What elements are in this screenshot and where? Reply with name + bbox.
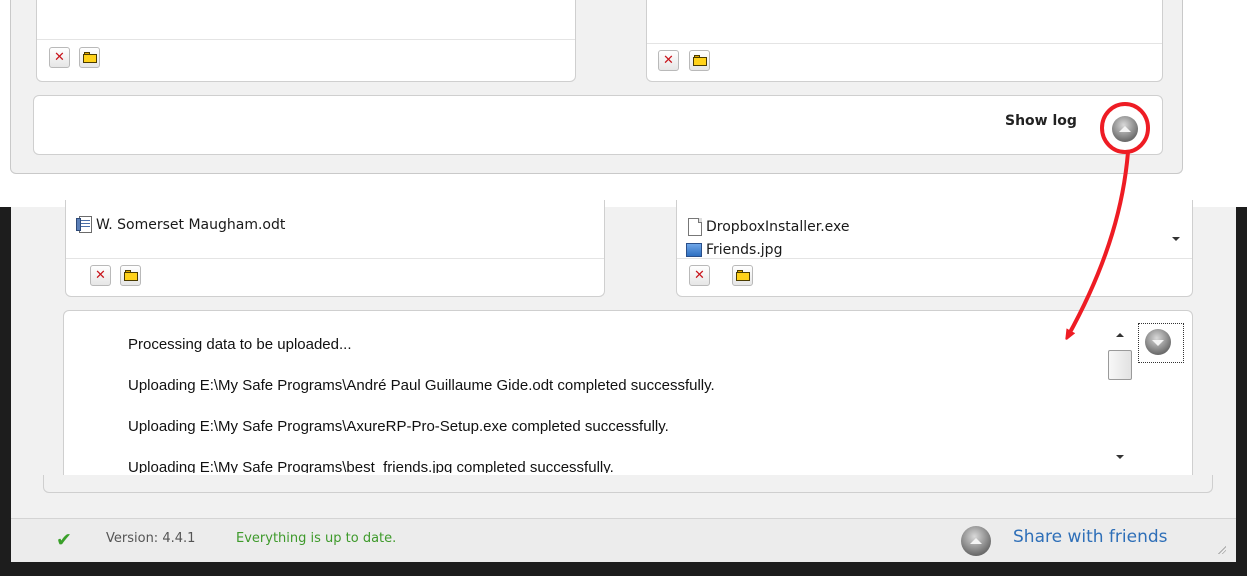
folder-icon <box>692 55 707 66</box>
folder-icon <box>82 52 97 63</box>
left-file-panel: ✕ <box>36 0 576 82</box>
log-scroll-down-arrow[interactable] <box>1116 455 1124 459</box>
show-log-toggle-button[interactable] <box>1112 116 1138 142</box>
chevron-up-icon <box>970 537 982 544</box>
remove-file-button[interactable]: ✕ <box>90 265 111 286</box>
document-icon <box>76 215 94 235</box>
file-item[interactable]: DropboxInstaller.exe <box>686 217 850 237</box>
close-x-icon: ✕ <box>663 53 674 68</box>
folder-icon <box>735 270 750 281</box>
add-folder-button[interactable] <box>732 265 753 286</box>
share-button[interactable] <box>961 526 991 556</box>
panel-divider <box>66 258 604 259</box>
version-label: Version: <box>106 531 159 546</box>
right-file-panel: ✕ <box>646 0 1163 82</box>
update-status: Everything is up to date. <box>236 531 397 546</box>
log-container-bottom <box>43 475 1213 493</box>
file-name: DropboxInstaller.exe <box>706 219 850 235</box>
chevron-down-icon <box>1152 340 1164 346</box>
add-folder-button[interactable] <box>120 265 141 286</box>
remove-file-button[interactable]: ✕ <box>658 50 679 71</box>
version-text: Version: 4.4.1 <box>106 531 195 546</box>
close-x-icon: ✕ <box>95 268 106 283</box>
resize-grip[interactable] <box>1217 545 1226 554</box>
log-toggle-bar <box>33 95 1163 155</box>
chevron-up-icon <box>1119 125 1131 132</box>
checkmark-icon: ✔ <box>56 529 72 551</box>
close-x-icon: ✕ <box>694 268 705 283</box>
panel-divider <box>677 258 1192 259</box>
log-line-clipped: Uploading E:\My Safe Programs\best_frien… <box>128 459 614 473</box>
image-icon <box>686 243 702 257</box>
file-item-clipped[interactable]: Friends.jpg <box>686 242 1166 257</box>
log-scrollbar-thumb[interactable] <box>1108 350 1132 380</box>
panel-divider <box>647 43 1162 44</box>
log-scroll-up-arrow[interactable] <box>1116 333 1124 337</box>
close-x-icon: ✕ <box>54 50 65 65</box>
add-folder-button[interactable] <box>79 47 100 68</box>
file-name: W. Somerset Maugham.odt <box>96 217 286 233</box>
log-line: Uploading E:\My Safe Programs\André Paul… <box>128 377 715 394</box>
log-line: Uploading E:\My Safe Programs\AxureRP-Pr… <box>128 418 669 435</box>
log-line: Processing data to be uploaded... <box>128 336 352 353</box>
scroll-down-arrow[interactable] <box>1172 237 1180 241</box>
version-number: 4.4.1 <box>162 531 196 546</box>
folder-icon <box>123 270 138 281</box>
hide-log-toggle-button[interactable] <box>1145 329 1171 355</box>
file-item[interactable]: W. Somerset Maugham.odt <box>76 215 285 235</box>
share-with-friends-link[interactable]: Share with friends <box>1013 527 1168 547</box>
panel-divider <box>37 39 575 40</box>
show-log-label[interactable]: Show log <box>1005 113 1077 129</box>
remove-file-button[interactable]: ✕ <box>49 47 70 68</box>
top-window-crop: ✕ ✕ <box>10 0 1183 174</box>
add-folder-button[interactable] <box>689 50 710 71</box>
file-icon <box>686 217 704 237</box>
file-name: Friends.jpg <box>706 242 783 257</box>
remove-file-button[interactable]: ✕ <box>689 265 710 286</box>
